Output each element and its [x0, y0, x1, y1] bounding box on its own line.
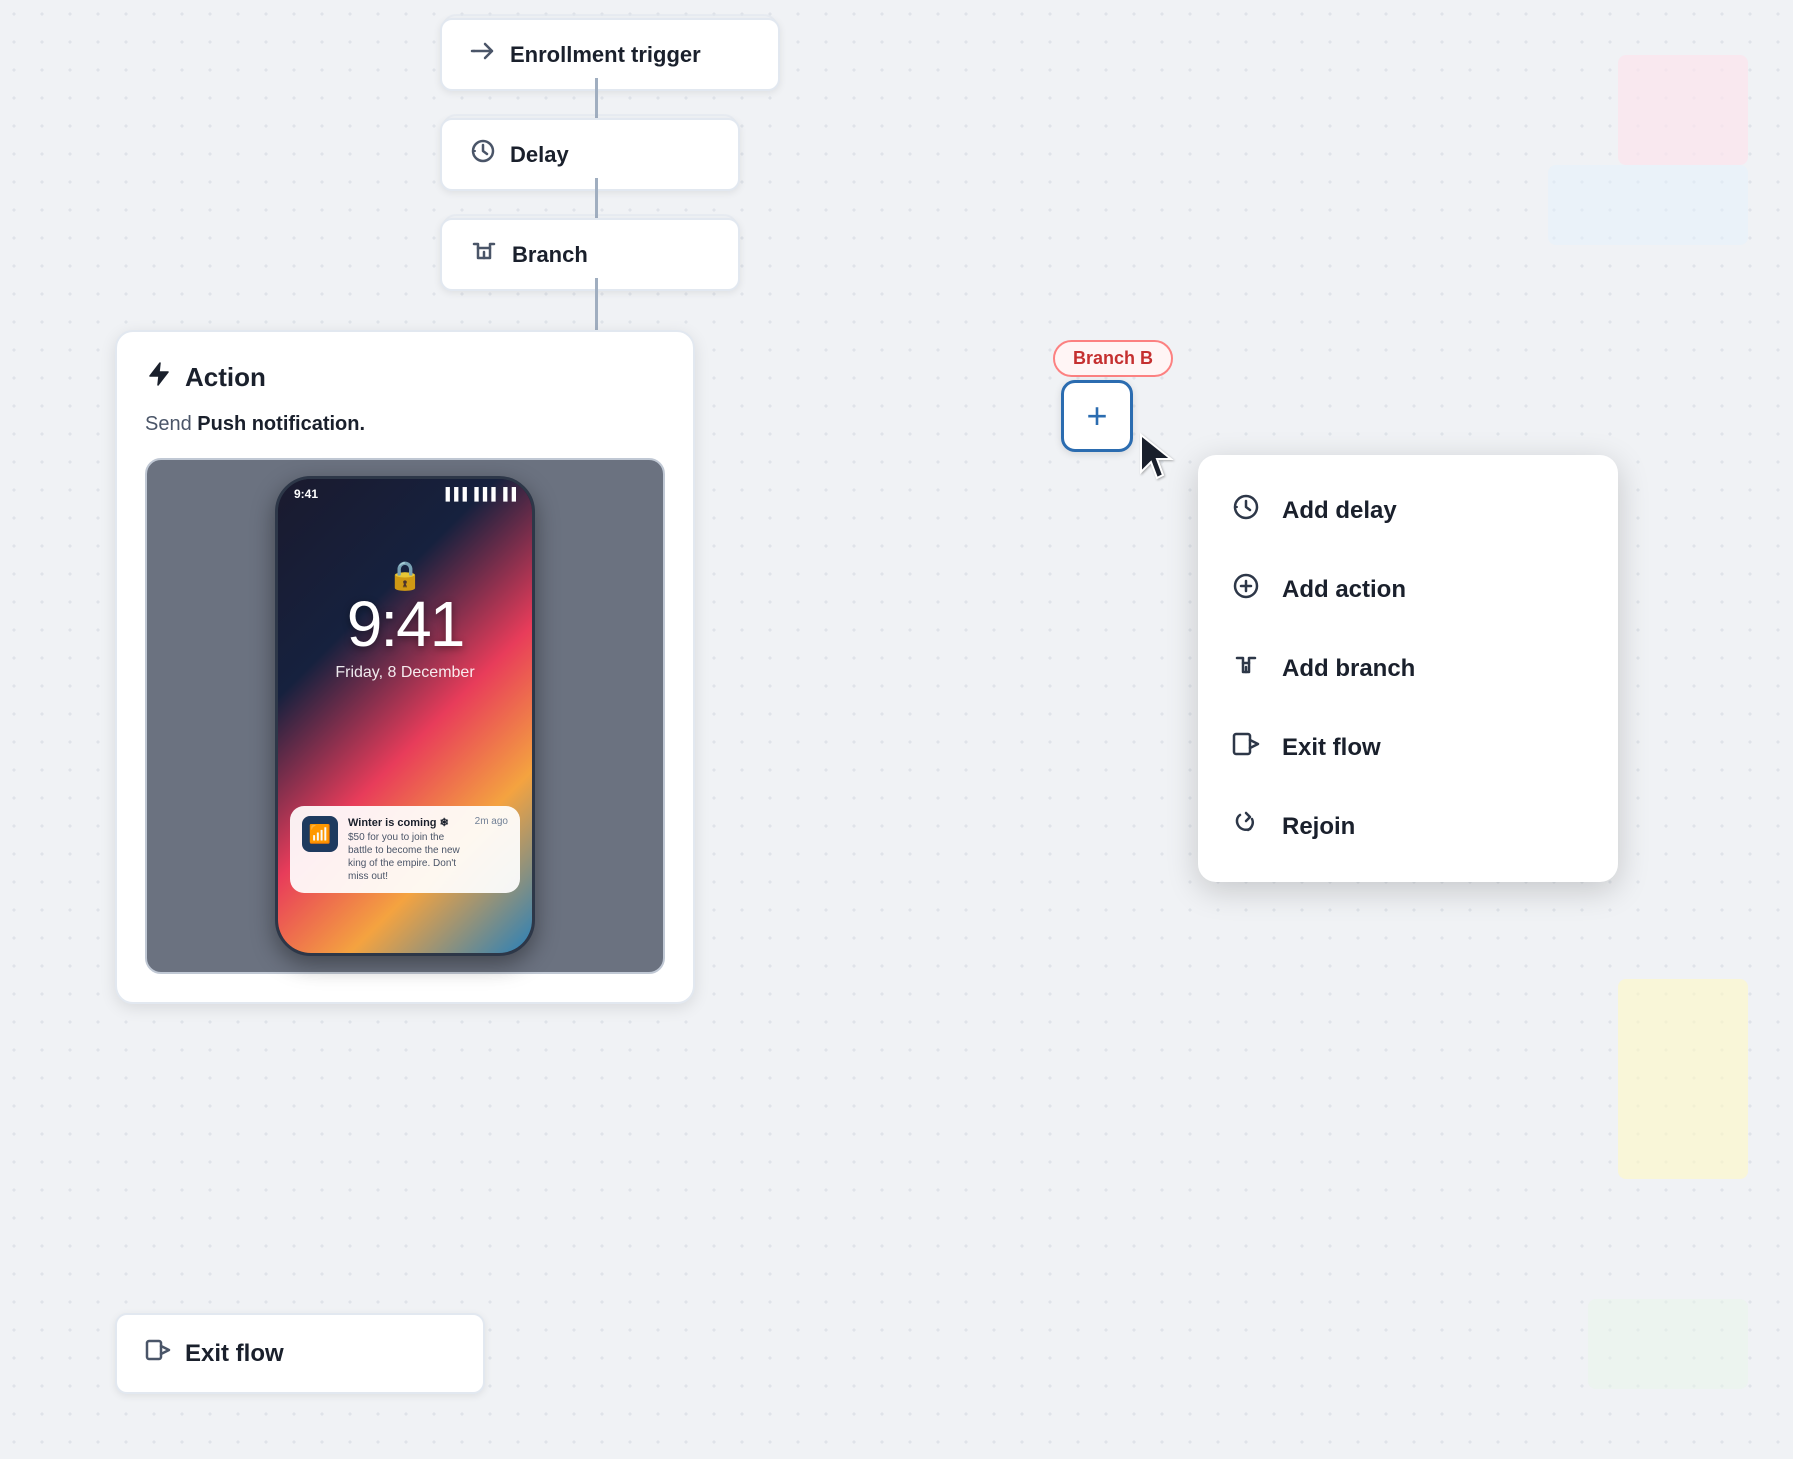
bg-decoration-pink [1618, 55, 1748, 165]
exit-flow-menu-icon [1230, 730, 1262, 765]
exit-flow-label: Exit flow [185, 1340, 284, 1368]
dropdown-item-add-delay[interactable]: Add delay [1198, 471, 1618, 550]
branch-label: Branch [512, 242, 588, 268]
canvas: Enrollment trigger Delay Branch Bra [0, 0, 1793, 1459]
dropdown-item-exit-flow[interactable]: Exit flow [1198, 708, 1618, 787]
phone-signal: ▐▐▐ ▐▐▐ ▐▐ [441, 487, 516, 501]
add-action-label: Add action [1282, 576, 1406, 604]
bg-decoration-green [1588, 1299, 1748, 1389]
dropdown-item-add-action[interactable]: Add action [1198, 550, 1618, 629]
add-branch-icon [1230, 651, 1262, 686]
exit-flow-icon [145, 1337, 171, 1370]
branch-b-label: Branch B [1053, 340, 1173, 377]
action-card-title: Action [185, 362, 266, 393]
dropdown-menu: Add delay Add action Add branch [1198, 455, 1618, 882]
delay-icon [470, 138, 496, 171]
notif-app-icon: 📶 [302, 816, 338, 852]
delay-node[interactable]: Delay [440, 118, 740, 191]
phone-notification: 📶 Winter is coming ❄ $50 for you to join… [290, 806, 520, 893]
plus-icon: + [1086, 398, 1107, 434]
phone-preview-container: 9:41 ▐▐▐ ▐▐▐ ▐▐ 🔒 9:41 Friday, 8 Decembe… [145, 458, 665, 974]
notif-time: 2m ago [475, 816, 508, 827]
rejoin-icon [1230, 809, 1262, 844]
phone-time-small: 9:41 [294, 487, 318, 501]
enrollment-label: Enrollment trigger [510, 42, 701, 68]
phone-screen: 9:41 ▐▐▐ ▐▐▐ ▐▐ 🔒 9:41 Friday, 8 Decembe… [278, 479, 532, 953]
add-delay-icon [1230, 493, 1262, 528]
dropdown-item-add-branch[interactable]: Add branch [1198, 629, 1618, 708]
enrollment-icon [470, 38, 496, 71]
action-card-icon [145, 360, 173, 395]
add-branch-label: Add branch [1282, 655, 1415, 683]
connector-2 [595, 178, 598, 220]
notif-body: $50 for you to join the battle to become… [348, 831, 465, 883]
action-card[interactable]: Action Send Push notification. 9:41 ▐▐▐ … [115, 330, 695, 1004]
dropdown-item-rejoin[interactable]: Rejoin [1198, 787, 1618, 866]
exit-flow-menu-label: Exit flow [1282, 734, 1381, 762]
phone-date: Friday, 8 December [335, 664, 474, 682]
rejoin-label: Rejoin [1282, 813, 1355, 841]
action-description: Send Push notification. [145, 413, 665, 436]
bg-decoration-yellow [1618, 979, 1748, 1179]
action-card-header: Action [145, 360, 665, 395]
branch-node[interactable]: Branch [440, 218, 740, 291]
phone-mockup: 9:41 ▐▐▐ ▐▐▐ ▐▐ 🔒 9:41 Friday, 8 Decembe… [275, 476, 535, 956]
branch-icon [470, 238, 498, 271]
delay-label: Delay [510, 142, 569, 168]
phone-big-time: 9:41 [347, 587, 464, 661]
phone-status-bar: 9:41 ▐▐▐ ▐▐▐ ▐▐ [278, 479, 532, 505]
notif-title: Winter is coming ❄ [348, 816, 465, 829]
bg-decoration-blue [1548, 165, 1748, 245]
notif-content: Winter is coming ❄ $50 for you to join t… [348, 816, 465, 883]
connector-1 [595, 78, 598, 120]
exit-flow-card[interactable]: Exit flow [115, 1313, 485, 1394]
enrollment-trigger-node[interactable]: Enrollment trigger [440, 18, 780, 91]
add-step-button[interactable]: + [1061, 380, 1133, 452]
add-delay-label: Add delay [1282, 497, 1397, 525]
cursor-arrow [1133, 430, 1183, 495]
add-action-icon [1230, 572, 1262, 607]
